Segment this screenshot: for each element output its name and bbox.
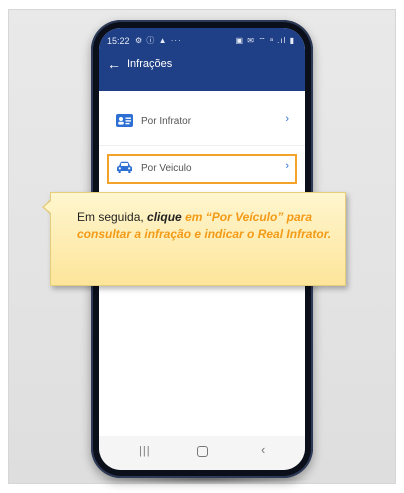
menu-item-label: Por Veiculo (141, 163, 192, 174)
arrow-left-icon[interactable]: ← (106, 56, 122, 72)
callout-text-action: clique (147, 210, 182, 224)
callout-text-intro: Em seguida, (77, 210, 148, 224)
status-notification-icons: ⚙ ⓘ ▲ ··· (135, 36, 182, 45)
instruction-callout: Em seguida, clique em “Por Veículo” para… (50, 192, 346, 286)
back-button[interactable]: ‹ (261, 443, 265, 457)
id-card-icon (116, 114, 133, 127)
menu-item-por-veiculo[interactable]: Por Veiculo › (107, 154, 297, 184)
chevron-right-icon: › (285, 113, 289, 125)
menu-item-label: Por Infrator (141, 116, 192, 127)
recent-apps-button[interactable]: ||| (139, 444, 151, 458)
chevron-right-icon: › (285, 160, 289, 172)
divider (99, 145, 305, 146)
android-nav-bar: ||| ‹ (99, 436, 305, 470)
app-bar: 15:22 ⚙ ⓘ ▲ ··· ▣ ✉ ⌔ ᵃ .ıl ▮ ← Infraçõe… (99, 28, 305, 91)
car-icon (117, 161, 132, 173)
page-title: Infrações (127, 58, 173, 70)
callout-text: Em seguida, clique em “Por Veículo” para… (77, 209, 337, 243)
status-system-icons: ▣ ✉ ⌔ ᵃ .ıl ▮ (235, 36, 295, 45)
callout-pointer-fill (44, 200, 52, 214)
status-time: 15:22 (107, 36, 130, 46)
menu-item-por-infrator[interactable]: Por Infrator › (107, 107, 297, 137)
status-bar: 15:22 ⚙ ⓘ ▲ ··· ▣ ✉ ⌔ ᵃ .ıl ▮ (99, 34, 305, 48)
home-button[interactable] (197, 446, 208, 457)
